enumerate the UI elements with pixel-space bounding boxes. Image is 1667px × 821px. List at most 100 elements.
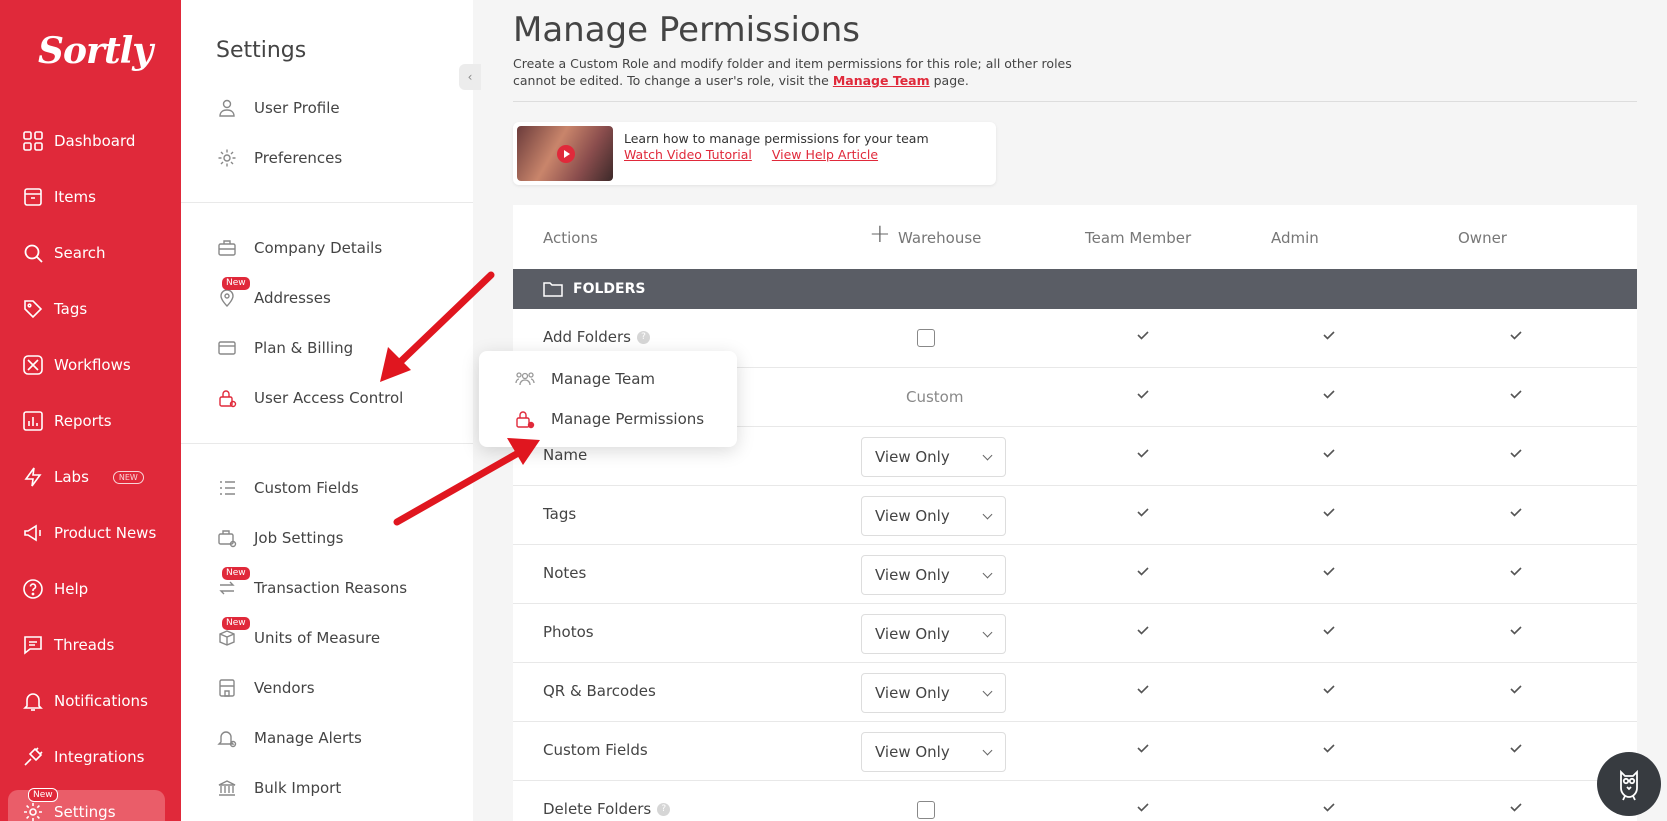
- settings-item-units-of-measure[interactable]: New Units of Measure: [216, 617, 380, 653]
- support-chat-button[interactable]: [1597, 752, 1661, 816]
- nav-items[interactable]: Items: [0, 175, 181, 219]
- settings-item-transaction-reasons[interactable]: New Transaction Reasons: [216, 567, 407, 603]
- nav-label: Notifications: [54, 692, 148, 710]
- measure-icon: [219, 630, 235, 646]
- settings-item-manage-alerts[interactable]: Manage Alerts: [216, 723, 362, 753]
- bolt-icon: [24, 467, 42, 487]
- check-icon: [1323, 508, 1335, 517]
- settings-item-addresses[interactable]: New Addresses: [216, 277, 331, 313]
- nav-reports[interactable]: Reports: [0, 399, 181, 443]
- warehouse-select[interactable]: View Only: [861, 614, 1006, 654]
- help-article-link[interactable]: View Help Article: [772, 147, 878, 162]
- menu-item-manage-permissions[interactable]: Manage Permissions: [515, 404, 704, 434]
- divider: [513, 101, 1637, 102]
- warehouse-select[interactable]: View Only: [861, 673, 1006, 713]
- menu-item-label: Manage Permissions: [551, 410, 705, 428]
- nav-label: Dashboard: [54, 132, 136, 150]
- nav-workflows[interactable]: Workflows: [0, 343, 181, 387]
- settings-item-plan-billing[interactable]: Plan & Billing: [216, 333, 353, 363]
- pin-icon: [220, 289, 234, 307]
- warehouse-select[interactable]: View Only: [861, 732, 1006, 772]
- row-label: QR & Barcodes: [543, 682, 656, 700]
- new-badge: New: [222, 617, 250, 630]
- check-icon: [1510, 449, 1522, 458]
- settings-item-company-details[interactable]: Company Details: [216, 233, 382, 263]
- menu-item-label: Manage Team: [551, 370, 655, 388]
- nav-label: Search: [54, 244, 106, 262]
- check-icon: [1137, 744, 1149, 753]
- warehouse-select[interactable]: View Only: [861, 437, 1006, 477]
- settings-item-custom-fields[interactable]: Custom Fields: [216, 473, 359, 503]
- check-icon: [1323, 567, 1335, 576]
- video-thumbnail[interactable]: [517, 126, 613, 181]
- settings-item-label: User Access Control: [254, 389, 404, 407]
- nav-settings[interactable]: New Settings: [8, 788, 165, 821]
- col-owner: Owner: [1458, 229, 1507, 247]
- help-icon[interactable]: ?: [636, 331, 650, 344]
- warehouse-checkbox[interactable]: [917, 329, 935, 347]
- job-icon: [218, 530, 237, 548]
- check-icon: [1510, 508, 1522, 517]
- nav-label: Help: [54, 580, 89, 598]
- settings-item-job-settings[interactable]: Job Settings: [216, 523, 343, 553]
- settings-item-preferences[interactable]: Preferences: [216, 143, 342, 173]
- plug-icon: [24, 747, 43, 766]
- settings-panel: Settings ‹ User Profile Preferences Comp…: [181, 0, 481, 821]
- nav-label: Settings: [54, 803, 116, 821]
- settings-item-vendors[interactable]: Vendors: [216, 673, 315, 703]
- settings-item-label: Manage Alerts: [254, 729, 362, 747]
- nav-search[interactable]: Search: [0, 231, 181, 275]
- sortly-logo[interactable]: Sortly: [38, 30, 153, 72]
- warehouse-select[interactable]: View Only: [861, 555, 1006, 595]
- warehouse-checkbox[interactable]: [917, 801, 935, 819]
- settings-item-user-profile[interactable]: User Profile: [216, 93, 340, 123]
- col-warehouse: Warehouse: [898, 229, 982, 247]
- menu-item-manage-team[interactable]: Manage Team: [515, 364, 655, 394]
- check-icon: [1137, 508, 1149, 517]
- chat-icon: [24, 636, 42, 655]
- nav-dashboard[interactable]: Dashboard: [0, 119, 181, 163]
- check-icon: [1323, 744, 1335, 753]
- row-label: Photos: [543, 623, 594, 641]
- help-icon[interactable]: ?: [657, 803, 671, 816]
- row-label: Name: [543, 446, 588, 464]
- nav-integrations[interactable]: Integrations: [0, 735, 181, 779]
- nav-tags[interactable]: Tags: [0, 287, 181, 331]
- check-icon: [1323, 390, 1335, 399]
- settings-item-user-access-control[interactable]: User Access Control: [216, 383, 403, 413]
- box-icon: [24, 188, 42, 206]
- settings-item-bulk-import[interactable]: Bulk Import: [216, 773, 341, 803]
- swap-icon: [219, 581, 235, 595]
- table-row: QR & Barcodes View Only: [513, 663, 1637, 722]
- check-icon: [1323, 626, 1335, 635]
- briefcase-icon: [218, 240, 236, 256]
- team-icon: [515, 372, 535, 386]
- warehouse-select[interactable]: View Only: [861, 496, 1006, 536]
- nav-label: Integrations: [54, 748, 145, 766]
- nav-help[interactable]: Help: [0, 567, 181, 611]
- table-row: Delete Folders?: [513, 781, 1637, 821]
- settings-item-label: Bulk Import: [254, 779, 342, 797]
- user-access-popup-menu: Manage Team Manage Permissions: [479, 351, 737, 447]
- nav-labs[interactable]: Labs NEW: [0, 455, 181, 499]
- chart-icon: [23, 411, 43, 431]
- nav-product-news[interactable]: Product News: [0, 511, 181, 555]
- add-role-icon[interactable]: +: [869, 219, 891, 249]
- row-label: Delete Folders?: [543, 800, 671, 818]
- gear-icon: [24, 803, 42, 821]
- settings-title: Settings: [216, 38, 307, 63]
- manage-team-link[interactable]: Manage Team: [833, 73, 930, 88]
- check-icon: [1510, 626, 1522, 635]
- tag-icon: [24, 300, 43, 319]
- nav-notifications[interactable]: Notifications: [0, 679, 181, 723]
- grid-icon: [23, 131, 43, 151]
- row-label-text: Delete Folders: [543, 800, 652, 818]
- section-label: FOLDERS: [573, 281, 646, 297]
- nav-threads[interactable]: Threads: [0, 623, 181, 667]
- check-icon: [1137, 449, 1149, 458]
- chevron-left-icon: ‹: [467, 70, 473, 84]
- watch-video-link[interactable]: Watch Video Tutorial: [624, 147, 752, 162]
- description-text: Create a Custom Role and modify folder a…: [513, 56, 1072, 88]
- nav-label: Product News: [54, 524, 157, 542]
- settings-item-label: Addresses: [254, 289, 331, 307]
